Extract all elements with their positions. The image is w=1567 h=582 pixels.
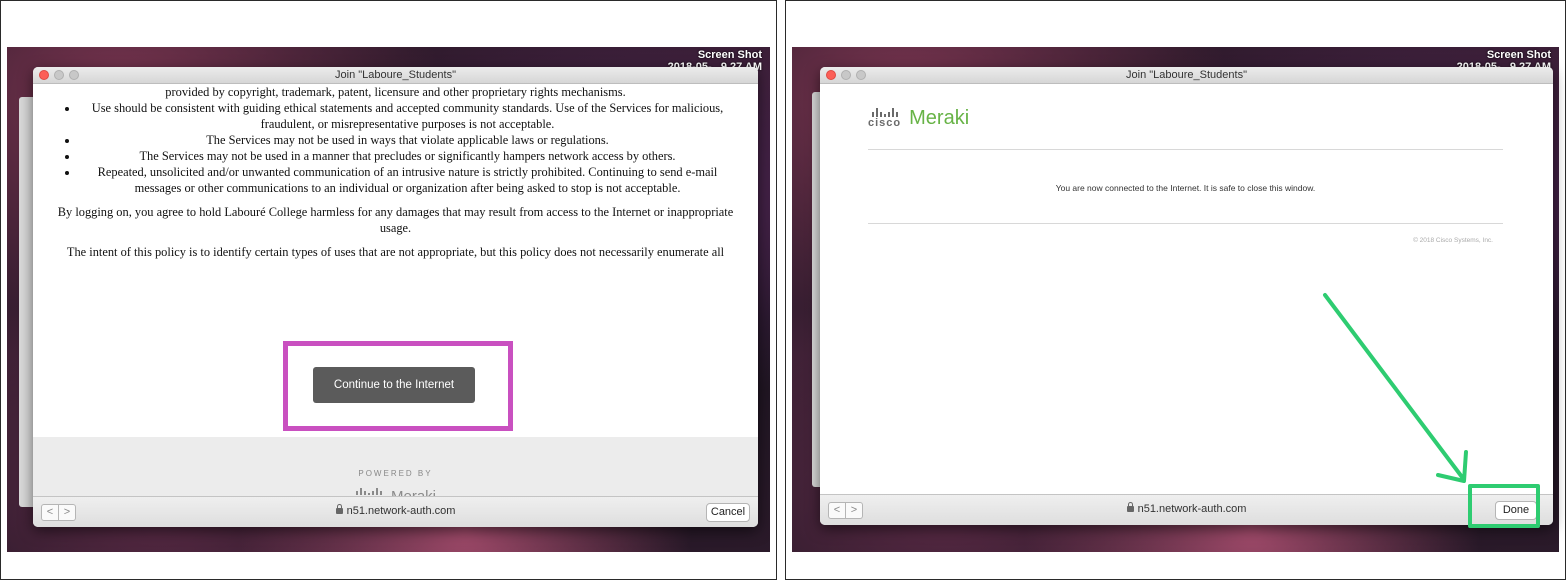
window-title: Join "Laboure_Students" [335,69,456,81]
window-title: Join "Laboure_Students" [1126,69,1247,81]
desktop-background: Screen Shot 2018-05-...9.27 AM Join "Lab… [7,47,770,552]
right-screenshot-panel: Screen Shot 2018-05-...9.27 AM Join "Lab… [785,0,1566,580]
highlight-box [283,341,513,431]
minimize-window-button[interactable] [54,70,64,80]
policy-paragraph: The intent of this policy is to identify… [66,245,725,259]
left-screenshot-panel: Screen Shot 2018-05-...9.27 AM Join "Lab… [0,0,777,580]
cisco-logo-icon: cisco [868,108,901,129]
policy-bullet: Use should be consistent with guiding et… [79,100,736,132]
cancel-button[interactable]: Cancel [706,503,750,522]
meraki-wordmark: Meraki [909,107,970,129]
close-window-button[interactable] [826,70,836,80]
window-titlebar: Join "Laboure_Students" [820,67,1553,84]
zoom-window-button[interactable] [856,70,866,80]
cisco-wordmark: cisco [868,117,902,129]
cisco-meraki-logo: cisco Meraki [868,107,1503,130]
policy-bullet: The Services may not be used in a manner… [79,148,736,164]
policy-bullet-list: Use should be consistent with guiding et… [55,100,736,196]
content-divider [868,223,1503,224]
lock-icon [1126,502,1134,512]
policy-bullet: The Services may not be used in ways tha… [79,132,736,148]
cisco-bars-icon [871,108,898,117]
powered-by-label: POWERED BY [358,469,433,478]
traffic-lights [39,70,79,80]
window-bottom-bar: < > n51.network-auth.com Done [820,494,1553,525]
minimize-window-button[interactable] [841,70,851,80]
captive-portal-window: Join "Laboure_Students" provided by copy… [33,67,758,527]
copyright-text: © 2018 Cisco Systems, Inc. [1413,237,1493,244]
meraki-header: cisco Meraki [868,97,1503,150]
lock-icon [335,504,343,514]
desktop-background: Screen Shot 2018-05-...9.27 AM Join "Lab… [792,47,1559,552]
zoom-window-button[interactable] [69,70,79,80]
captive-portal-window: Join "Laboure_Students" cisco Meraki You… [820,67,1553,525]
window-titlebar: Join "Laboure_Students" [33,67,758,84]
policy-paragraph: By logging on, you agree to hold Labouré… [57,205,734,235]
policy-text-line: provided by copyright, trademark, patent… [165,85,626,99]
policy-content: provided by copyright, trademark, patent… [33,84,758,260]
policy-bullet: Repeated, unsolicited and/or unwanted co… [79,164,736,196]
url-display: n51.network-auth.com [820,502,1553,515]
acceptable-use-policy: provided by copyright, trademark, patent… [33,84,758,260]
window-bottom-bar: < > n51.network-auth.com Cancel [33,496,758,527]
cisco-bars-icon [355,488,382,495]
connected-message: You are now connected to the Internet. I… [1055,183,1316,193]
close-window-button[interactable] [39,70,49,80]
traffic-lights [826,70,866,80]
url-text: n51.network-auth.com [346,505,456,517]
url-text: n51.network-auth.com [1137,503,1247,515]
url-display: n51.network-auth.com [33,504,758,517]
highlight-box [1468,484,1540,528]
